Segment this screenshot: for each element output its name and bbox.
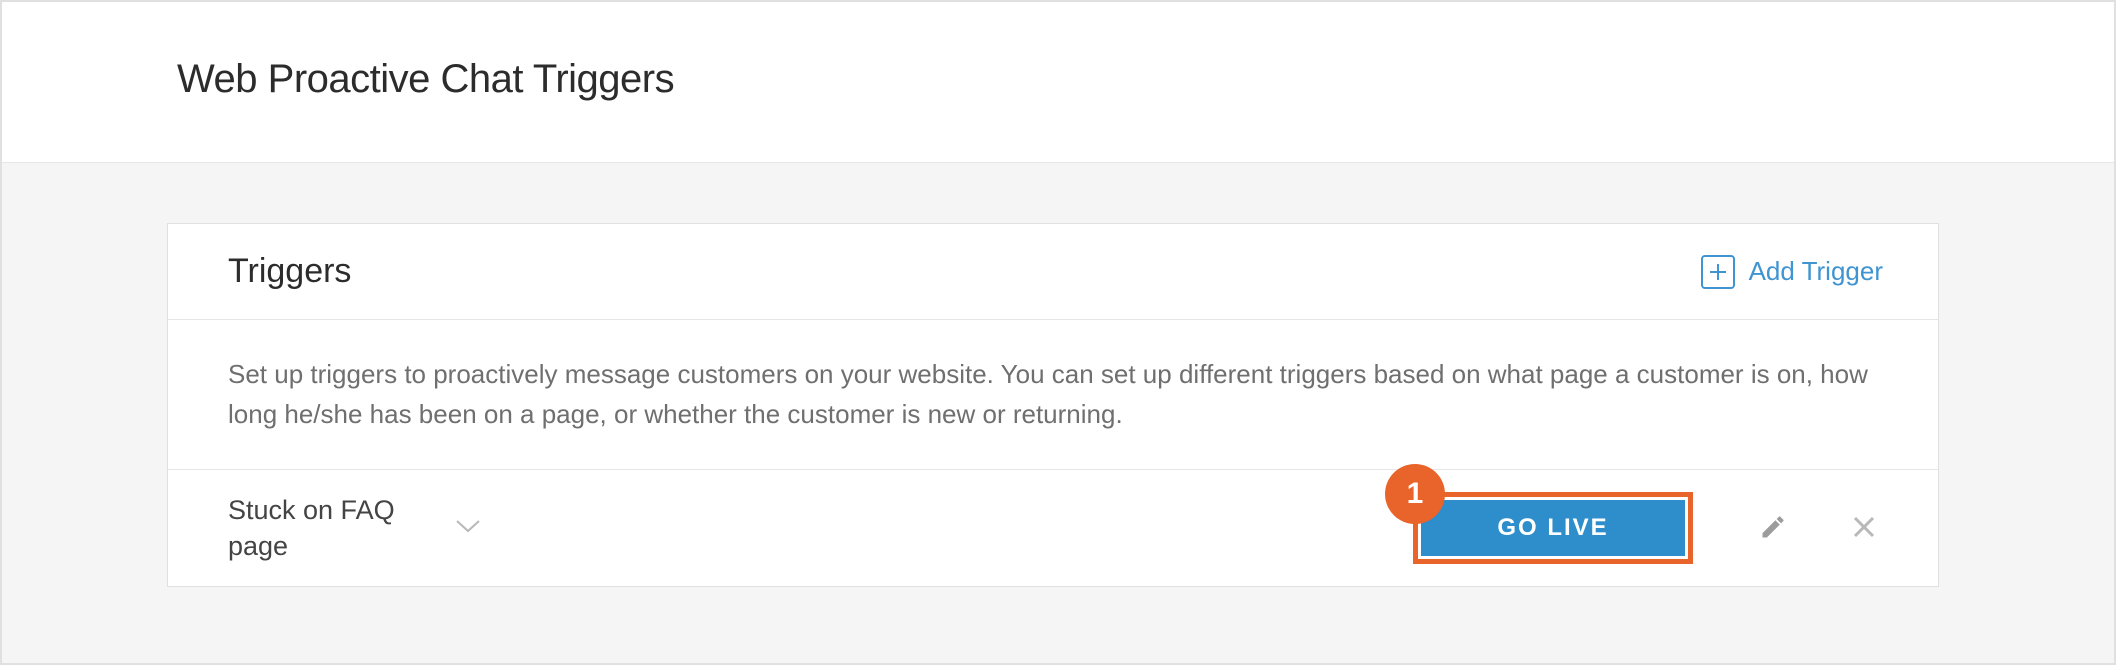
page-title: Web Proactive Chat Triggers bbox=[177, 57, 2114, 102]
go-live-button[interactable]: GO LIVE bbox=[1421, 500, 1685, 556]
close-icon bbox=[1851, 514, 1877, 543]
pencil-icon bbox=[1759, 513, 1787, 544]
trigger-name: Stuck on FAQ page bbox=[228, 492, 448, 565]
content-area: Triggers Add Trigger Set up triggers to … bbox=[2, 163, 2114, 587]
add-trigger-label: Add Trigger bbox=[1749, 256, 1883, 287]
expand-cell bbox=[448, 511, 528, 546]
trigger-row: Stuck on FAQ page 1 GO LIVE bbox=[168, 470, 1938, 587]
page-header: Web Proactive Chat Triggers bbox=[2, 2, 2114, 163]
edit-button[interactable] bbox=[1753, 507, 1793, 550]
row-actions bbox=[1753, 507, 1883, 550]
panel-header: Triggers Add Trigger bbox=[168, 224, 1938, 320]
add-trigger-button[interactable]: Add Trigger bbox=[1701, 255, 1883, 289]
step-badge: 1 bbox=[1385, 464, 1445, 524]
plus-icon bbox=[1701, 255, 1735, 289]
panel-description: Set up triggers to proactively message c… bbox=[168, 320, 1938, 470]
go-live-wrap: 1 GO LIVE bbox=[1413, 492, 1693, 564]
delete-button[interactable] bbox=[1845, 508, 1883, 549]
triggers-panel: Triggers Add Trigger Set up triggers to … bbox=[167, 223, 1939, 587]
annotation-outline: GO LIVE bbox=[1413, 492, 1693, 564]
chevron-down-icon[interactable] bbox=[448, 511, 488, 546]
panel-title: Triggers bbox=[228, 252, 351, 291]
